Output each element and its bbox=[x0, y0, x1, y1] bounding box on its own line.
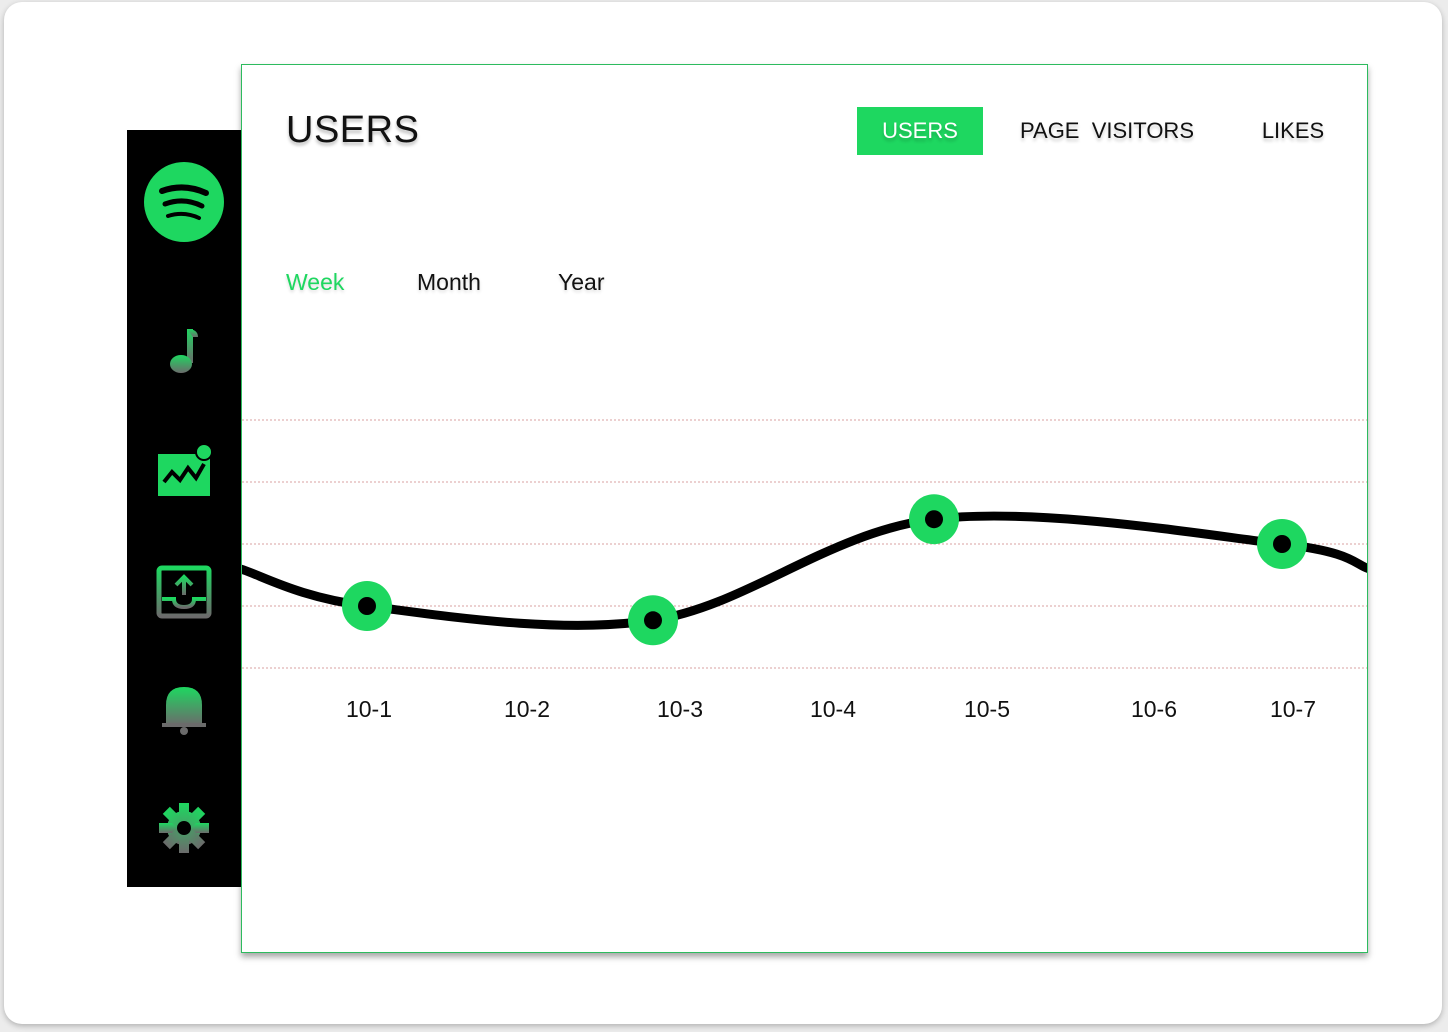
x-tick-label: 10-5 bbox=[964, 696, 1010, 722]
data-point[interactable] bbox=[628, 595, 678, 646]
x-tick-label: 10-1 bbox=[346, 696, 392, 722]
analytics-chart-icon[interactable] bbox=[127, 440, 241, 500]
data-point[interactable] bbox=[909, 494, 959, 545]
data-point[interactable] bbox=[1257, 519, 1307, 569]
gear-icon[interactable] bbox=[127, 798, 241, 858]
upload-tray-icon[interactable] bbox=[127, 562, 241, 622]
x-tick-label: 10-2 bbox=[504, 696, 550, 722]
music-note-icon[interactable] bbox=[127, 320, 241, 380]
x-tick-label: 10-6 bbox=[1131, 696, 1177, 722]
x-tick-label: 10-3 bbox=[657, 696, 703, 722]
spotify-logo-icon[interactable] bbox=[127, 160, 241, 244]
line-chart: 10-1 10-2 10-3 10-4 10-5 10-6 10-7 bbox=[242, 419, 1367, 722]
main-panel: USERS USERS PAGE VISITORS LIKES Week Mon… bbox=[241, 64, 1368, 953]
series-line bbox=[242, 511, 1367, 630]
data-point[interactable] bbox=[342, 581, 392, 631]
x-tick-label: 10-7 bbox=[1270, 696, 1316, 722]
x-tick-label: 10-4 bbox=[810, 696, 856, 722]
sidebar bbox=[127, 130, 241, 887]
bell-icon[interactable] bbox=[127, 678, 241, 738]
